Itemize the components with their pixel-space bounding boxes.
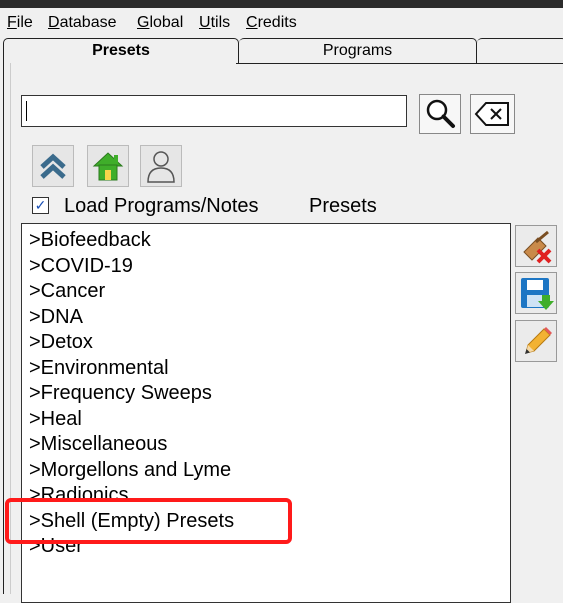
home-button[interactable] bbox=[87, 145, 129, 187]
edit-button[interactable] bbox=[515, 320, 557, 362]
menu-global[interactable]: Global bbox=[137, 14, 183, 32]
search-button[interactable] bbox=[419, 94, 461, 134]
search-icon bbox=[426, 99, 455, 128]
selection-highlight bbox=[5, 498, 292, 544]
save-button[interactable] bbox=[515, 272, 557, 314]
delete-icon bbox=[523, 230, 552, 264]
text-caret bbox=[26, 101, 27, 121]
load-programs-label: Load Programs/Notes bbox=[64, 195, 259, 217]
collapse-up-button[interactable] bbox=[32, 145, 74, 187]
list-item[interactable]: >Biofeedback bbox=[29, 228, 151, 252]
list-item[interactable]: >DNA bbox=[29, 305, 83, 329]
presets-list[interactable]: >Biofeedback >COVID-19 >Cancer >DNA >Det… bbox=[21, 223, 511, 603]
menu-file[interactable]: File bbox=[7, 14, 33, 32]
list-item[interactable]: >COVID-19 bbox=[29, 254, 133, 278]
clear-search-button[interactable] bbox=[470, 94, 515, 134]
list-item[interactable]: >Detox bbox=[29, 330, 93, 354]
home-icon bbox=[92, 152, 124, 181]
menu-credits[interactable]: Credits bbox=[246, 14, 297, 32]
panel-border bbox=[3, 63, 4, 594]
menu-database[interactable]: Database bbox=[48, 14, 117, 32]
user-icon bbox=[147, 151, 175, 183]
list-item[interactable]: >Environmental bbox=[29, 356, 169, 380]
tab-programs[interactable]: Programs bbox=[239, 38, 477, 64]
chevron-up-icon bbox=[40, 153, 66, 179]
title-bar bbox=[0, 0, 563, 8]
menu-bar: File Database Global Utils Credits bbox=[0, 8, 563, 36]
delete-button[interactable] bbox=[515, 225, 557, 267]
list-item[interactable]: >Morgellons and Lyme bbox=[29, 458, 231, 482]
search-input[interactable] bbox=[21, 95, 407, 127]
user-button[interactable] bbox=[140, 145, 182, 187]
backspace-icon bbox=[474, 102, 509, 126]
list-item[interactable]: >Cancer bbox=[29, 279, 105, 303]
list-item[interactable]: >Heal bbox=[29, 407, 82, 431]
list-item[interactable]: >Frequency Sweeps bbox=[29, 381, 212, 405]
menu-utils[interactable]: Utils bbox=[199, 14, 230, 32]
list-item[interactable]: >Miscellaneous bbox=[29, 432, 167, 456]
section-label: Presets bbox=[309, 195, 377, 217]
load-programs-checkbox[interactable]: ✓ bbox=[32, 197, 49, 214]
tab-presets[interactable]: Presets bbox=[3, 38, 239, 64]
save-icon bbox=[521, 278, 554, 310]
tab-divider bbox=[236, 63, 563, 64]
edit-icon bbox=[525, 327, 552, 354]
tab-more[interactable] bbox=[477, 38, 563, 64]
